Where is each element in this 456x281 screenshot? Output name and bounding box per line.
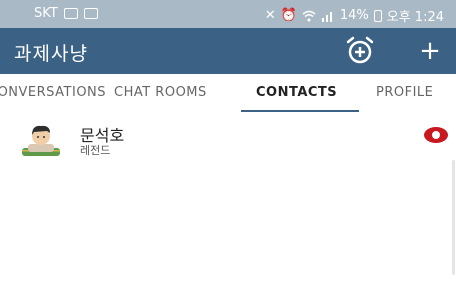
status-time: 오후 1:24 bbox=[386, 10, 444, 25]
scrollbar[interactable] bbox=[452, 160, 455, 275]
carrier-label: SKT bbox=[34, 6, 58, 21]
mute-icon: ✕ bbox=[264, 8, 276, 23]
add-icon[interactable]: + bbox=[418, 36, 442, 66]
tab-profile[interactable]: PROFILE bbox=[376, 74, 433, 112]
tab-conversations[interactable]: CONVERSATIONS bbox=[0, 74, 106, 112]
status-bar-right: ✕ ⏰ 14% 오후 1:24 bbox=[265, 6, 444, 25]
tab-bar: CONVERSATIONS CHAT ROOMS CONTACTS PROFIL… bbox=[0, 74, 456, 112]
message-icon bbox=[83, 8, 98, 19]
battery-icon bbox=[373, 9, 382, 22]
gallery-icon bbox=[63, 8, 78, 19]
tab-contacts[interactable]: CONTACTS bbox=[256, 74, 337, 112]
battery-percent: 14% bbox=[339, 8, 369, 23]
avatar bbox=[22, 125, 60, 156]
contact-list-item[interactable]: 문석호 레전드 bbox=[0, 118, 456, 164]
app-bar: 과제사냥 + bbox=[0, 28, 456, 74]
app-title: 과제사냥 bbox=[14, 43, 88, 65]
status-bar: SKT ✕ ⏰ 14% 오후 1:24 bbox=[0, 0, 456, 28]
presence-icon bbox=[424, 127, 448, 143]
wifi-icon bbox=[302, 10, 316, 21]
status-bar-left: SKT bbox=[34, 6, 98, 21]
signal-icon bbox=[321, 11, 332, 22]
add-alarm-icon[interactable] bbox=[344, 36, 376, 66]
tab-chat-rooms[interactable]: CHAT ROOMS bbox=[114, 74, 207, 112]
contact-status-message: 레전드 bbox=[80, 144, 111, 157]
alarm-status-icon: ⏰ bbox=[280, 8, 297, 23]
active-tab-indicator bbox=[241, 110, 359, 112]
